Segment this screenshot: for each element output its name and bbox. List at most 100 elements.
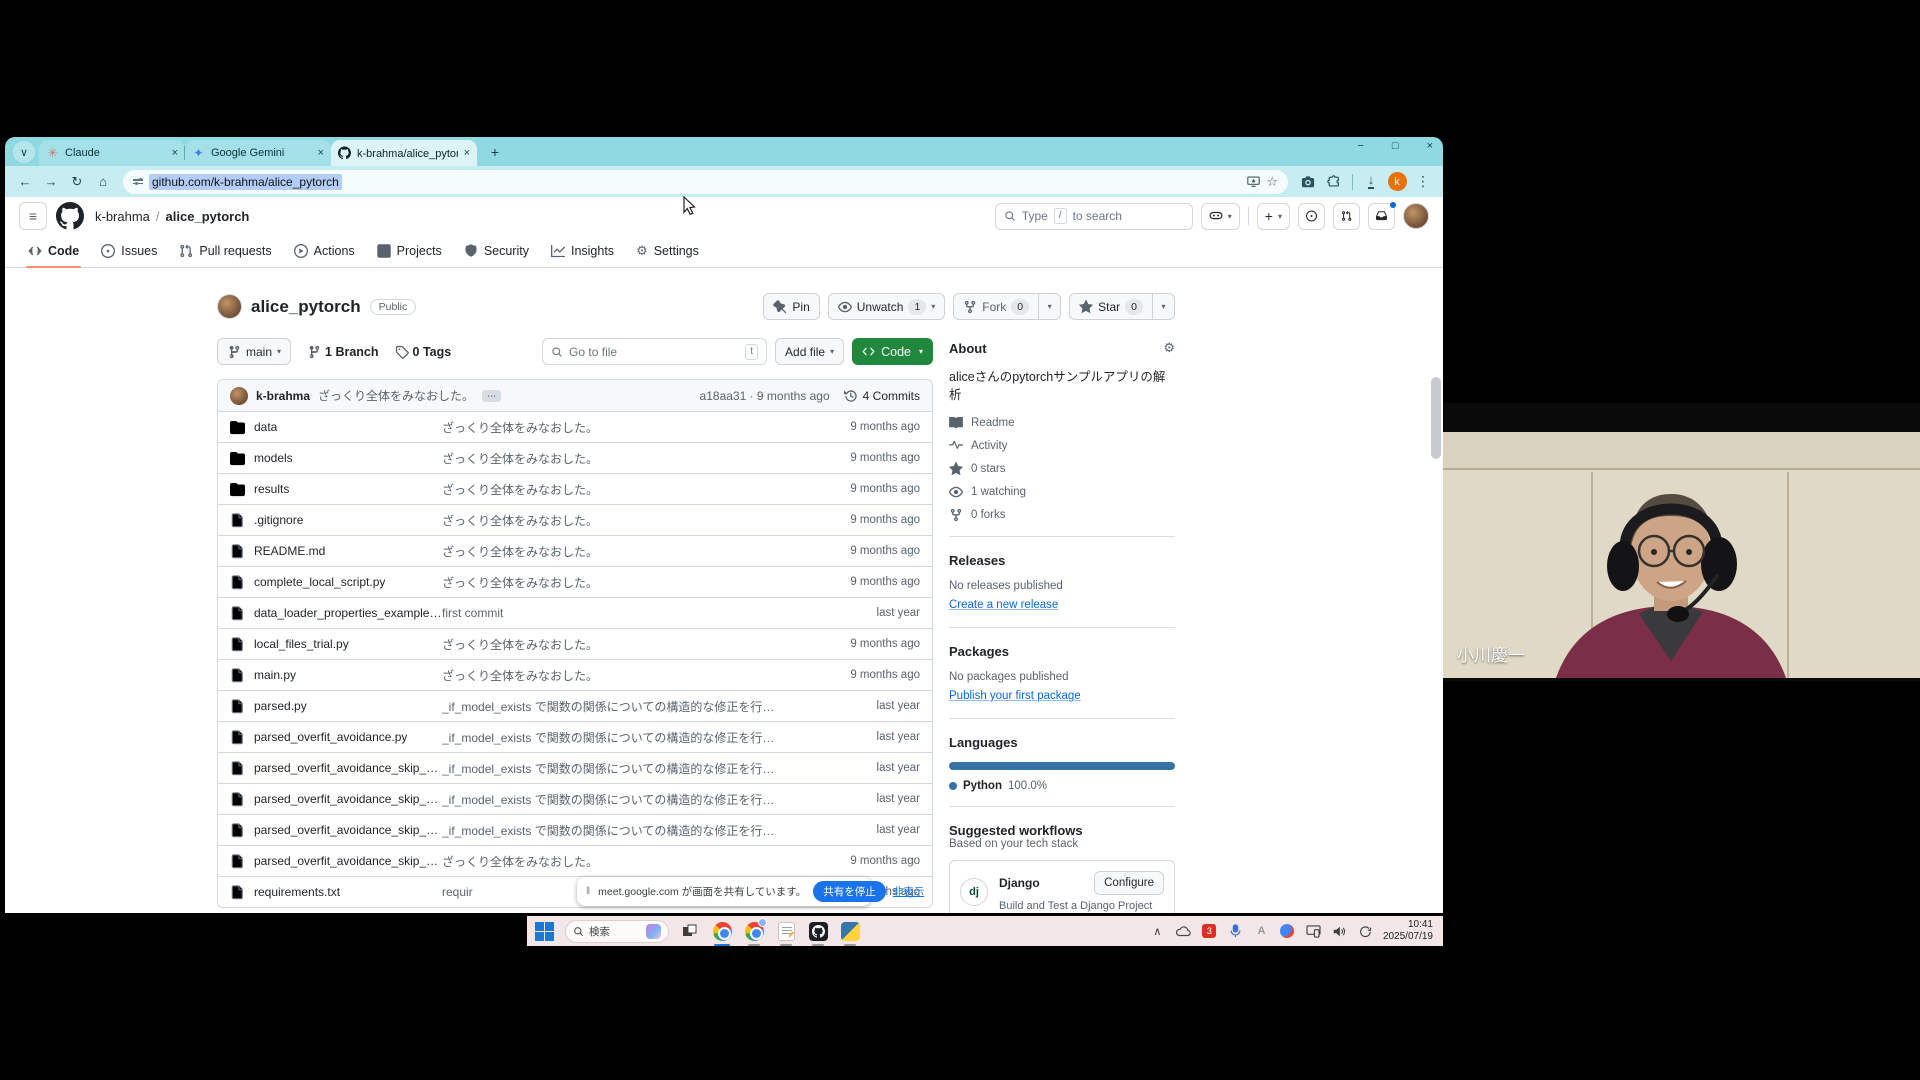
- extensions-icon[interactable]: [1322, 170, 1346, 194]
- taskbar-search[interactable]: 検索: [565, 920, 669, 943]
- github-desktop-taskbar-icon[interactable]: [807, 920, 829, 942]
- language-bar[interactable]: [949, 762, 1175, 770]
- breadcrumb-owner[interactable]: k-brahma: [95, 209, 150, 224]
- file-name-link[interactable]: models: [254, 451, 293, 465]
- packages-heading[interactable]: Packages: [949, 644, 1175, 659]
- create-release-link[interactable]: Create a new release: [949, 599, 1058, 611]
- notifications-button[interactable]: [1368, 203, 1395, 230]
- tab-issues[interactable]: Issues: [92, 235, 166, 267]
- start-button[interactable]: [533, 920, 555, 942]
- commit-message-link[interactable]: ざっくり全体をみなおした。: [442, 450, 815, 467]
- tab-settings[interactable]: ⚙ Settings: [627, 235, 708, 267]
- url-text[interactable]: github.com/k-brahma/alice_pytorch: [149, 174, 342, 190]
- fork-button[interactable]: Fork 0: [953, 293, 1039, 320]
- stop-sharing-button[interactable]: 共有を停止: [813, 881, 886, 902]
- file-name-link[interactable]: parsed_overfit_avoidance_skip_create_mod…: [254, 823, 442, 837]
- file-name-link[interactable]: parsed_overfit_avoidance.py: [254, 730, 407, 744]
- back-button[interactable]: ←: [13, 170, 37, 194]
- tray-chevron-icon[interactable]: ∧: [1149, 923, 1166, 940]
- fork-dropdown[interactable]: ▾: [1039, 293, 1061, 320]
- commit-message-link[interactable]: first commit: [442, 606, 815, 620]
- tab-insights[interactable]: Insights: [542, 235, 623, 267]
- table-row[interactable]: .gitignore ざっくり全体をみなおした。 9 months ago: [218, 504, 932, 535]
- tab-security[interactable]: Security: [455, 235, 538, 267]
- bookmark-star-icon[interactable]: ☆: [1266, 174, 1278, 190]
- hide-link[interactable]: 非表示: [893, 884, 925, 899]
- battery-icon[interactable]: [1357, 923, 1374, 940]
- file-name-link[interactable]: complete_local_script.py: [254, 575, 385, 589]
- file-name-link[interactable]: parsed_overfit_avoidance_skip_create_mod…: [254, 854, 442, 868]
- commit-message-link[interactable]: _if_model_exists で関数の関係についての構造的な修正を行…: [442, 729, 815, 746]
- branches-link[interactable]: 1 Branch: [307, 345, 379, 359]
- profile-avatar[interactable]: k: [1385, 170, 1409, 194]
- file-name-link[interactable]: parsed_overfit_avoidance_skip_create_mod…: [254, 792, 442, 806]
- activity-link[interactable]: Activity: [949, 439, 1175, 453]
- close-icon[interactable]: ×: [318, 147, 324, 159]
- unwatch-button[interactable]: Unwatch 1 ▾: [828, 293, 946, 320]
- global-search-input[interactable]: Type / to search: [995, 203, 1193, 230]
- stars-link[interactable]: 0 stars: [949, 462, 1175, 476]
- tab-code[interactable]: Code: [19, 235, 88, 267]
- table-row[interactable]: parsed_overfit_avoidance_skip_create_mod…: [218, 814, 932, 845]
- issues-button[interactable]: [1298, 203, 1325, 230]
- tab-projects[interactable]: Projects: [368, 235, 451, 267]
- forks-link[interactable]: 0 forks: [949, 508, 1175, 522]
- commit-message-link[interactable]: _if_model_exists で関数の関係についての構造的な修正を行…: [442, 698, 815, 715]
- minimize-button[interactable]: −: [1357, 140, 1363, 152]
- cast-icon[interactable]: [1305, 923, 1322, 940]
- configure-button[interactable]: Configure: [1094, 871, 1164, 895]
- add-file-button[interactable]: Add file ▾: [775, 338, 844, 365]
- commit-meta[interactable]: a18aa31 · 9 months ago: [700, 389, 830, 403]
- file-name-link[interactable]: local_files_trial.py: [254, 637, 349, 651]
- table-row[interactable]: parsed_overfit_avoidance.py _if_model_ex…: [218, 721, 932, 752]
- file-name-link[interactable]: requirements.txt: [254, 885, 340, 899]
- page-title[interactable]: alice_pytorch: [251, 297, 361, 317]
- commit-message-link[interactable]: _if_model_exists で関数の関係についての構造的な修正を行…: [442, 760, 815, 777]
- new-tab-button[interactable]: +: [483, 140, 507, 164]
- star-button[interactable]: Star 0: [1069, 293, 1153, 320]
- commit-message[interactable]: ざっくり全体をみなおした。: [318, 387, 474, 404]
- chrome-profile2-taskbar-icon[interactable]: [743, 920, 765, 942]
- table-row[interactable]: README.md ざっくり全体をみなおした。 9 months ago: [218, 535, 932, 566]
- commit-message-link[interactable]: ざっくり全体をみなおした。: [442, 853, 815, 870]
- file-name-link[interactable]: data_loader_properties_example.py: [254, 606, 442, 620]
- tab-actions[interactable]: Actions: [285, 235, 364, 267]
- tags-link[interactable]: 0 Tags: [395, 345, 452, 359]
- browser-menu-icon[interactable]: ⋮: [1411, 170, 1435, 194]
- pull-requests-button[interactable]: [1333, 203, 1360, 230]
- branch-selector[interactable]: main ▾: [217, 338, 291, 365]
- commit-message-link[interactable]: ざっくり全体をみなおした。: [442, 636, 815, 653]
- taskbar-clock[interactable]: 10:41 2025/07/19: [1383, 919, 1437, 944]
- commit-history-link[interactable]: 4 Commits: [844, 389, 920, 403]
- notification-badge[interactable]: 3: [1201, 923, 1218, 940]
- commit-message-link[interactable]: ざっくり全体をみなおした。: [442, 512, 815, 529]
- onedrive-icon[interactable]: [1175, 923, 1192, 940]
- microphone-icon[interactable]: [1227, 923, 1244, 940]
- commit-message-link[interactable]: _if_model_exists で関数の関係についての構造的な修正を行…: [442, 822, 815, 839]
- table-row[interactable]: parsed_overfit_avoidance_skip_create_mod…: [218, 845, 932, 876]
- site-info-icon[interactable]: [133, 179, 143, 184]
- pycharm-taskbar-icon[interactable]: [839, 920, 861, 942]
- commit-message-link[interactable]: ざっくり全体をみなおした。: [442, 574, 815, 591]
- reload-button[interactable]: ↻: [65, 170, 89, 194]
- go-to-file-input[interactable]: Go to file t: [542, 338, 767, 365]
- home-button[interactable]: ⌂: [91, 170, 115, 194]
- table-row[interactable]: parsed_overfit_avoidance_skip_create_mod…: [218, 783, 932, 814]
- table-row[interactable]: complete_local_script.py ざっくり全体をみなおした。 9…: [218, 566, 932, 597]
- page-scrollbar[interactable]: [1431, 377, 1441, 459]
- star-dropdown[interactable]: ▾: [1153, 293, 1175, 320]
- table-row[interactable]: parsed.py _if_model_exists で関数の関係についての構造…: [218, 690, 932, 721]
- install-icon[interactable]: [1247, 175, 1260, 188]
- commit-message-link[interactable]: _if_model_exists で関数の関係についての構造的な修正を行…: [442, 791, 815, 808]
- address-bar[interactable]: github.com/k-brahma/alice_pytorch ☆: [123, 170, 1288, 194]
- file-name-link[interactable]: parsed.py: [254, 699, 307, 713]
- language-item[interactable]: Python 100.0%: [949, 780, 1175, 792]
- code-button[interactable]: Code ▾: [852, 338, 933, 365]
- tab-search-button[interactable]: ∨: [13, 141, 35, 163]
- commit-message-link[interactable]: ざっくり全体をみなおした。: [442, 543, 815, 560]
- task-view-button[interactable]: [679, 920, 701, 942]
- close-icon[interactable]: ×: [172, 147, 178, 159]
- table-row[interactable]: main.py ざっくり全体をみなおした。 9 months ago: [218, 659, 932, 690]
- close-window-button[interactable]: ×: [1427, 140, 1433, 152]
- pin-button[interactable]: Pin: [763, 293, 819, 320]
